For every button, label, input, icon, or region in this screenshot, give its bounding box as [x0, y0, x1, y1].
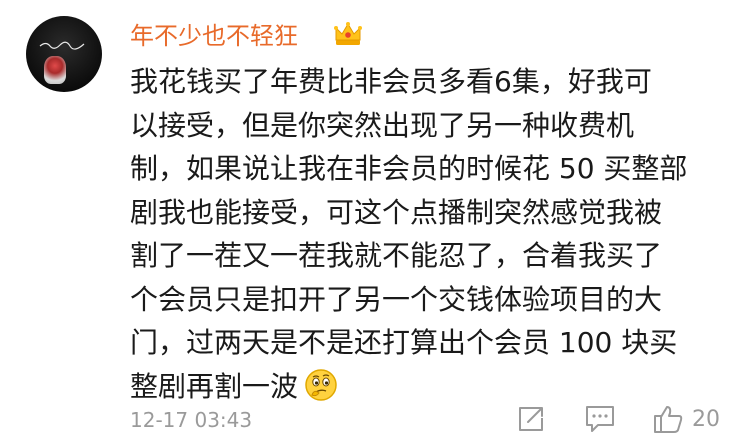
like-count: 20	[692, 406, 720, 432]
comment-line: 我花钱买了年费比非会员多看6集，好我可	[130, 65, 652, 98]
comment-button[interactable]	[584, 402, 616, 436]
thinking-face-icon	[305, 368, 337, 401]
avatar[interactable]	[26, 16, 102, 92]
comment-line: 剧我也能接受，可这个点播制突然感觉我被	[130, 195, 663, 229]
avatar-signature-mark	[39, 41, 85, 50]
comment-line: 割了一茬又一茬我就不能忍了，合着我买了	[130, 239, 663, 272]
crown-icon	[334, 22, 362, 45]
comment-line-last: 整剧再割一波	[130, 365, 730, 409]
like-button[interactable]: 20	[652, 402, 720, 436]
comment-line: 个会员只是扣开了另一个交钱体验项目的大	[130, 282, 663, 316]
comment-line-text: 整剧再割一波	[130, 369, 299, 403]
avatar-bouquet-image	[44, 56, 66, 84]
comment-line: 制，如果说让我在非会员的时候花 50 买整部	[130, 152, 688, 185]
comment-timestamp: 12-17 03:43	[130, 408, 253, 432]
share-button[interactable]	[516, 402, 546, 436]
comment-text: 我花钱买了年费比非会员多看6集，好我可 以接受，但是你突然出现了另一种收费机 制…	[130, 60, 730, 408]
comment-icon	[586, 406, 614, 432]
comment-line: 门，过两天是不是还打算出个会员 100 块买	[130, 326, 678, 359]
comment-line: 以接受，但是你突然出现了另一种收费机	[130, 108, 635, 142]
thumbs-up-icon	[654, 406, 683, 433]
share-icon	[519, 407, 543, 431]
comment-username[interactable]: 年不少也不轻狂	[130, 18, 298, 54]
